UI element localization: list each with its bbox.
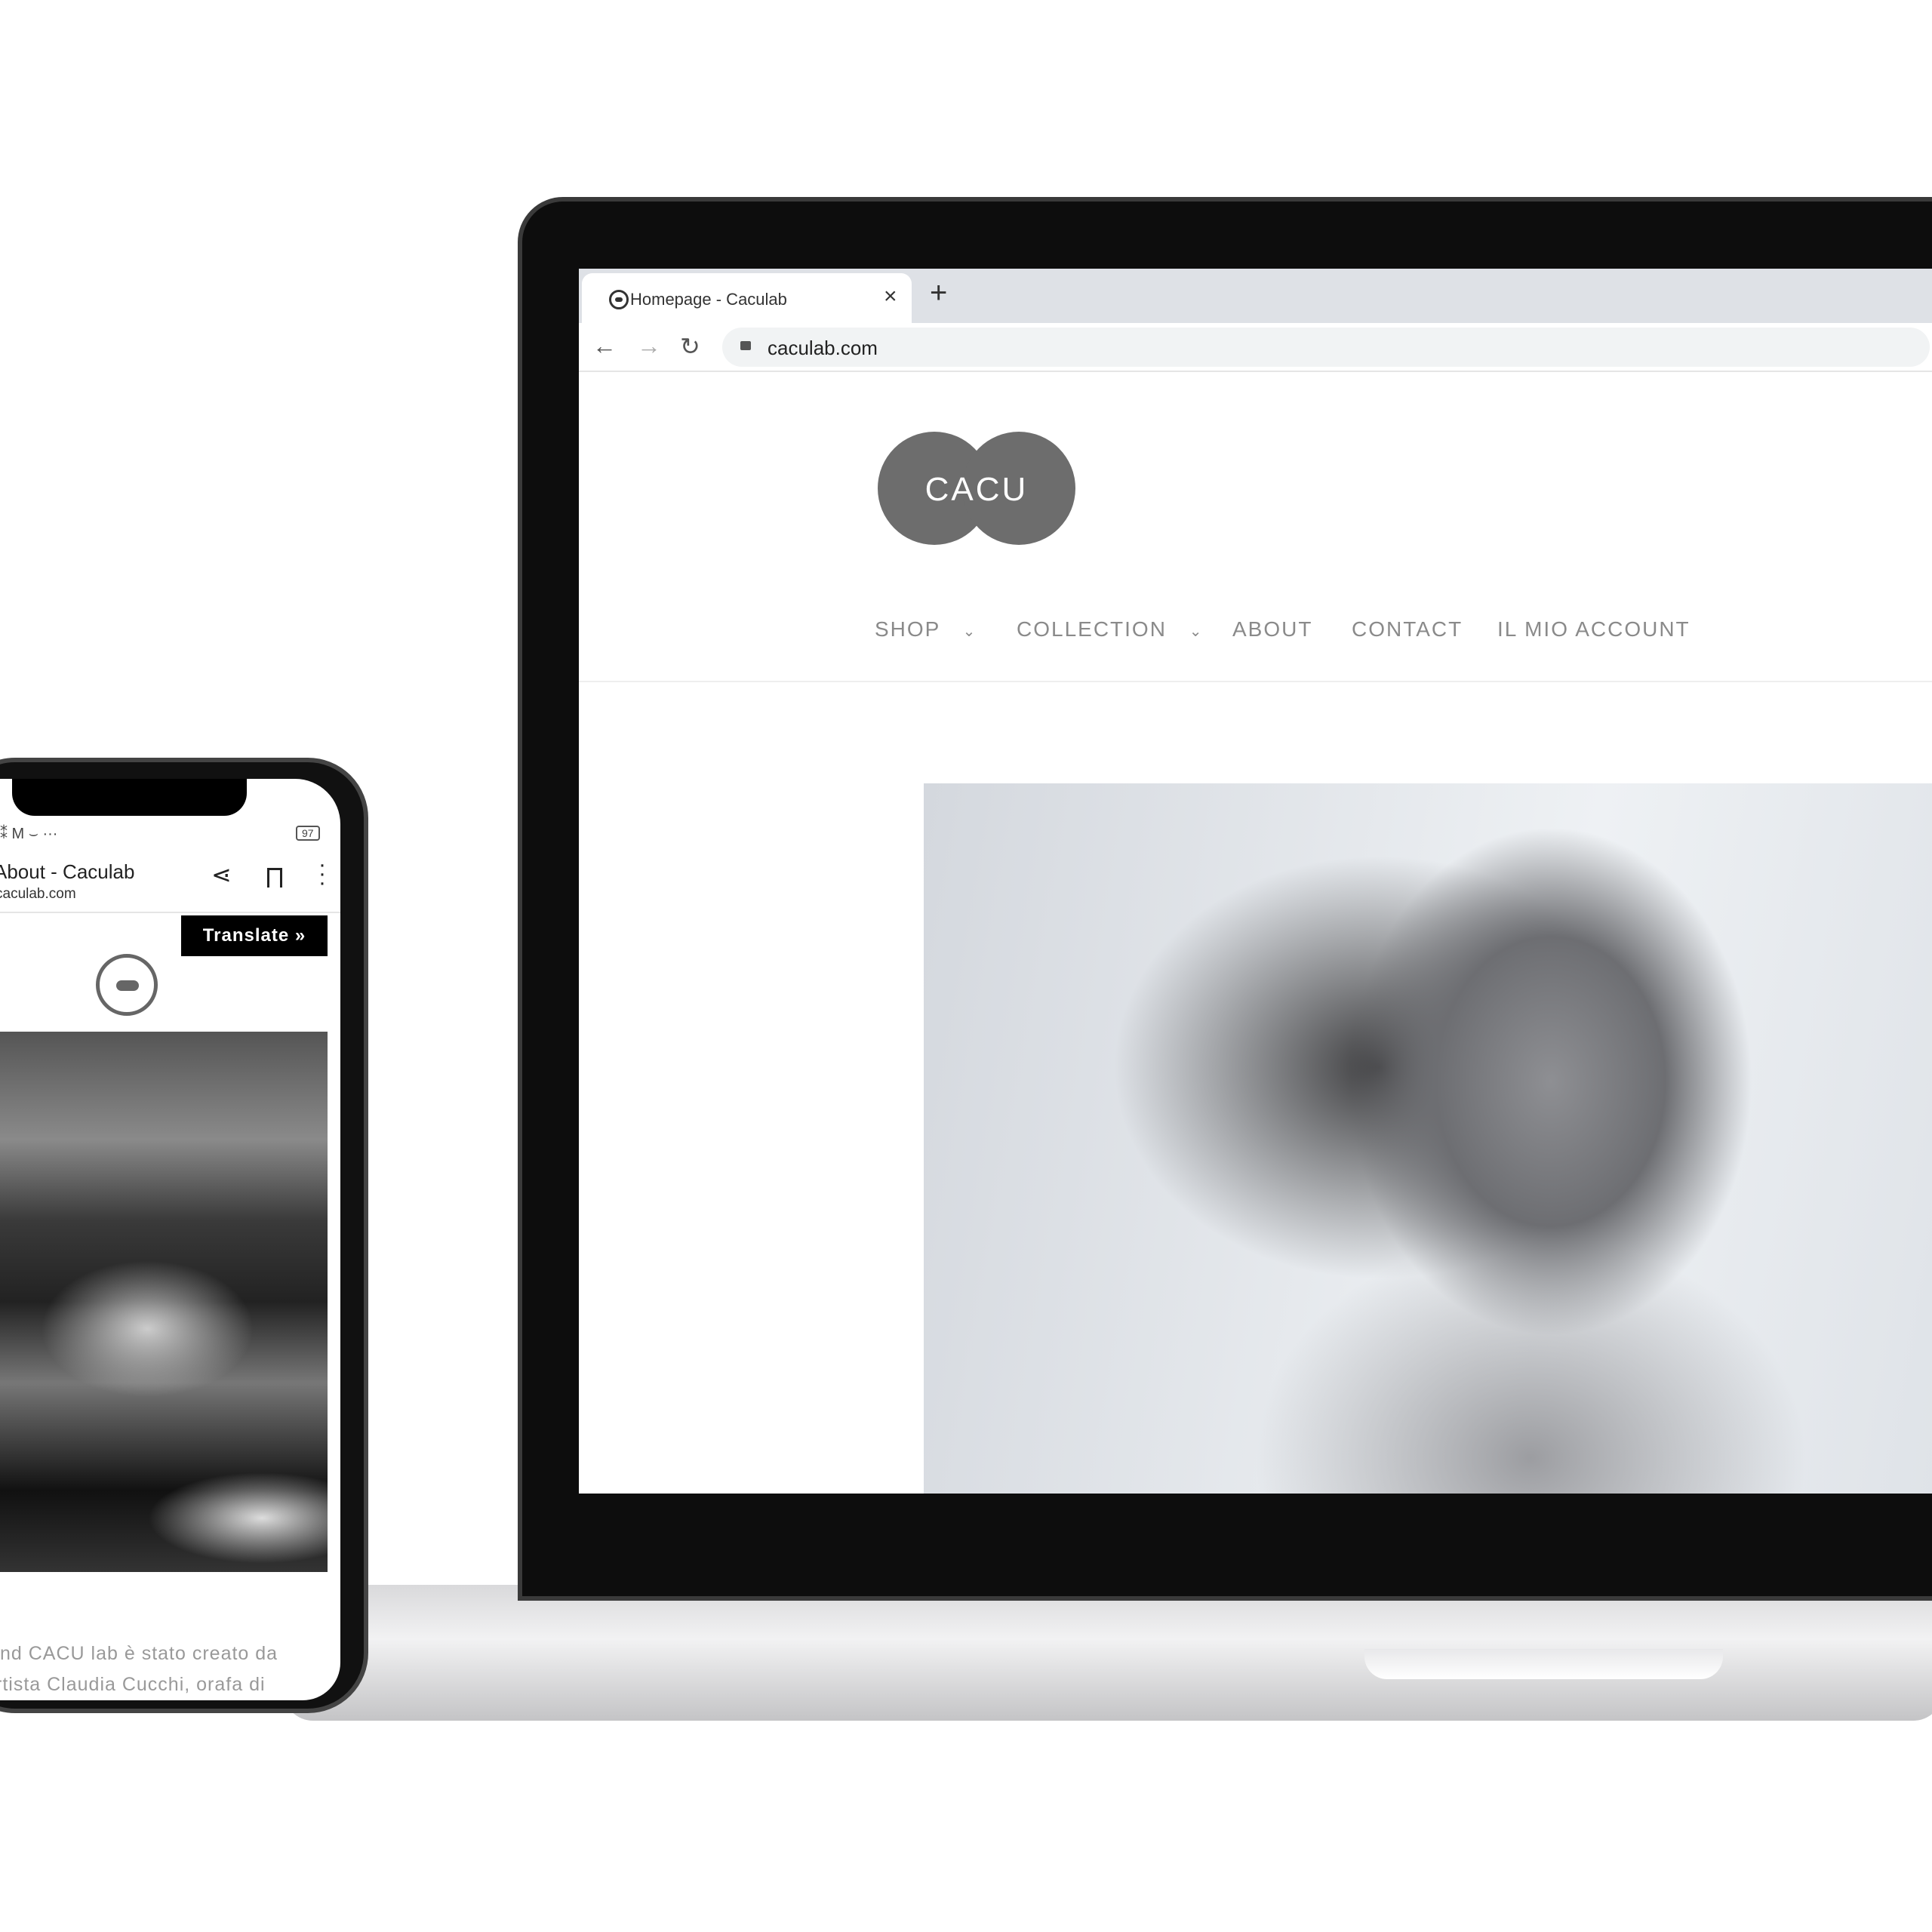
body-text: rtista Claudia Cucchi, orafa di [0, 1674, 266, 1695]
close-icon[interactable]: × [884, 284, 897, 309]
url-text: caculab.com [768, 337, 878, 359]
workshop-photo [0, 1032, 328, 1572]
favicon-icon [609, 290, 629, 309]
nav-account[interactable]: IL MIO ACCOUNT [1497, 617, 1690, 641]
address-bar: ← → ↻ caculab.com [579, 323, 1932, 372]
page-title: About - Caculab [0, 860, 135, 883]
body-text: nd CACU lab è stato creato da [0, 1643, 278, 1664]
tab-homepage[interactable]: Homepage - Caculab × [582, 273, 912, 323]
plus-icon[interactable]: + [930, 276, 947, 310]
share-icon[interactable]: ⋖ [211, 860, 232, 889]
hero-image [924, 783, 1932, 1494]
logo-text: CACU [924, 471, 1029, 508]
back-icon[interactable]: ← [592, 332, 617, 360]
bookmark-icon[interactable] [267, 868, 282, 888]
url-field[interactable]: caculab.com [722, 328, 1930, 367]
nav-about[interactable]: ABOUT [1232, 617, 1312, 641]
tab-title: Homepage - Caculab [630, 290, 787, 309]
nav-shop[interactable]: SHOP ⌄ [875, 617, 977, 641]
browser-window: Homepage - Caculab × + ← → ↻ caculab.com… [579, 269, 1932, 1494]
tab-bar: Homepage - Caculab × + [579, 269, 1932, 323]
phone-screen: ⁑ M ⌣ ··· 97 About - Caculab caculab.com… [0, 779, 340, 1700]
nav-collection[interactable]: COLLECTION ⌄ [1017, 617, 1203, 641]
translate-button[interactable]: Translate » [181, 915, 328, 956]
forward-icon[interactable]: → [637, 332, 661, 360]
chevron-down-icon: ⌄ [962, 623, 977, 640]
more-icon[interactable]: · · · [318, 854, 326, 894]
phone-notch [12, 779, 247, 816]
site-logo-icon[interactable] [96, 954, 158, 1016]
site-logo[interactable]: CACU [878, 432, 1075, 545]
lock-icon [740, 341, 751, 350]
divider [0, 912, 340, 913]
header-divider [579, 681, 1932, 682]
chevron-down-icon: ⌄ [1189, 623, 1204, 640]
nav-contact[interactable]: CONTACT [1352, 617, 1463, 641]
reload-icon[interactable]: ↻ [680, 332, 700, 361]
status-icons: ⁑ M ⌣ ··· [0, 826, 58, 842]
battery-indicator: 97 [296, 826, 320, 841]
page-url: caculab.com [0, 886, 76, 902]
laptop-notch [1364, 1649, 1723, 1679]
